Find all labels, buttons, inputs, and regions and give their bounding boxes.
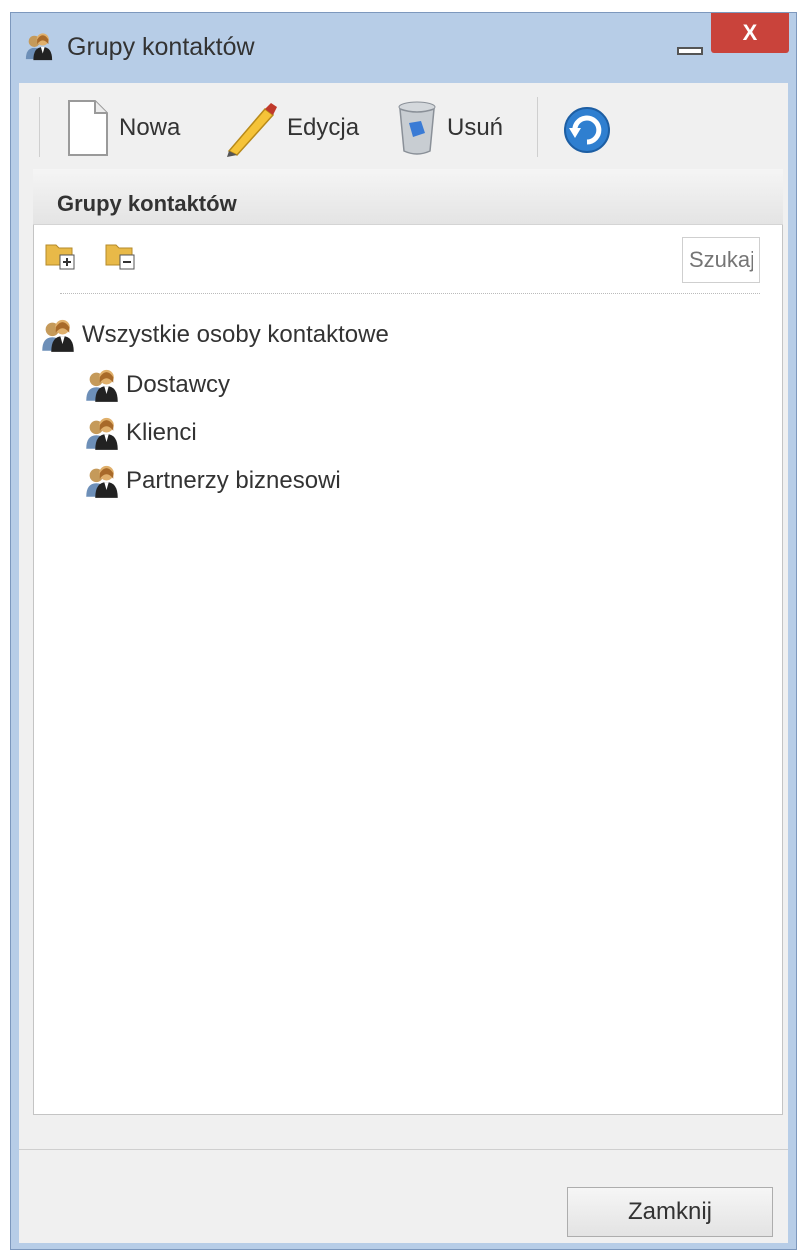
- delete-button[interactable]: Usuń: [395, 97, 503, 159]
- contacts-group-icon: [84, 463, 120, 499]
- edit-button[interactable]: Edycja: [223, 97, 359, 159]
- title-bar[interactable]: Grupy kontaktów X: [11, 13, 796, 79]
- recycle-bin-icon: [398, 101, 436, 155]
- document-icon: [68, 100, 108, 156]
- edit-label: Edycja: [287, 114, 360, 141]
- footer-divider: [19, 1149, 788, 1150]
- pencil-icon: [227, 103, 277, 157]
- contact-groups-window: Grupy kontaktów X Nowa Edycja Usuń Grupy…: [10, 12, 797, 1250]
- contacts-group-icon: [84, 415, 120, 451]
- window-content: Nowa Edycja Usuń Grupy kontaktów Szukaj …: [19, 83, 788, 1243]
- panel-header: Grupy kontaktów: [33, 169, 783, 225]
- new-label: Nowa: [119, 114, 181, 141]
- window-title: Grupy kontaktów: [67, 33, 255, 61]
- tree-divider: [60, 293, 760, 294]
- contacts-group-icon: [23, 31, 55, 61]
- close-window-button[interactable]: X: [711, 13, 789, 53]
- close-button[interactable]: Zamknij: [567, 1187, 773, 1237]
- tree-item-all-contacts[interactable]: Wszystkie osoby kontaktowe: [40, 315, 389, 355]
- tree-item-label: Klienci: [126, 419, 197, 446]
- new-button[interactable]: Nowa: [63, 97, 180, 159]
- toolbar-separator: [537, 97, 538, 157]
- contact-groups-panel: Wszystkie osoby kontaktowe Dostawcy Klie…: [33, 225, 783, 1115]
- folder-expand-icon[interactable]: [44, 237, 78, 271]
- tree-item-clients[interactable]: Klienci: [84, 413, 197, 453]
- refresh-icon: [564, 107, 610, 153]
- tree-item-label: Wszystkie osoby kontaktowe: [82, 321, 389, 348]
- toolbar-separator: [39, 97, 40, 157]
- folder-collapse-icon[interactable]: [104, 237, 138, 271]
- tree-toolbar: [34, 225, 782, 285]
- tree-item-suppliers[interactable]: Dostawcy: [84, 365, 230, 405]
- contacts-group-icon: [40, 317, 76, 353]
- contacts-group-icon: [84, 367, 120, 403]
- tree-item-label: Partnerzy biznesowi: [126, 467, 341, 494]
- toolbar: Nowa Edycja Usuń: [19, 83, 788, 169]
- delete-label: Usuń: [447, 114, 504, 141]
- tree-item-business-partners[interactable]: Partnerzy biznesowi: [84, 461, 341, 501]
- refresh-button[interactable]: [561, 97, 613, 159]
- search-input[interactable]: [682, 237, 760, 283]
- tree-item-label: Dostawcy: [126, 371, 231, 398]
- minimize-button[interactable]: [677, 47, 703, 55]
